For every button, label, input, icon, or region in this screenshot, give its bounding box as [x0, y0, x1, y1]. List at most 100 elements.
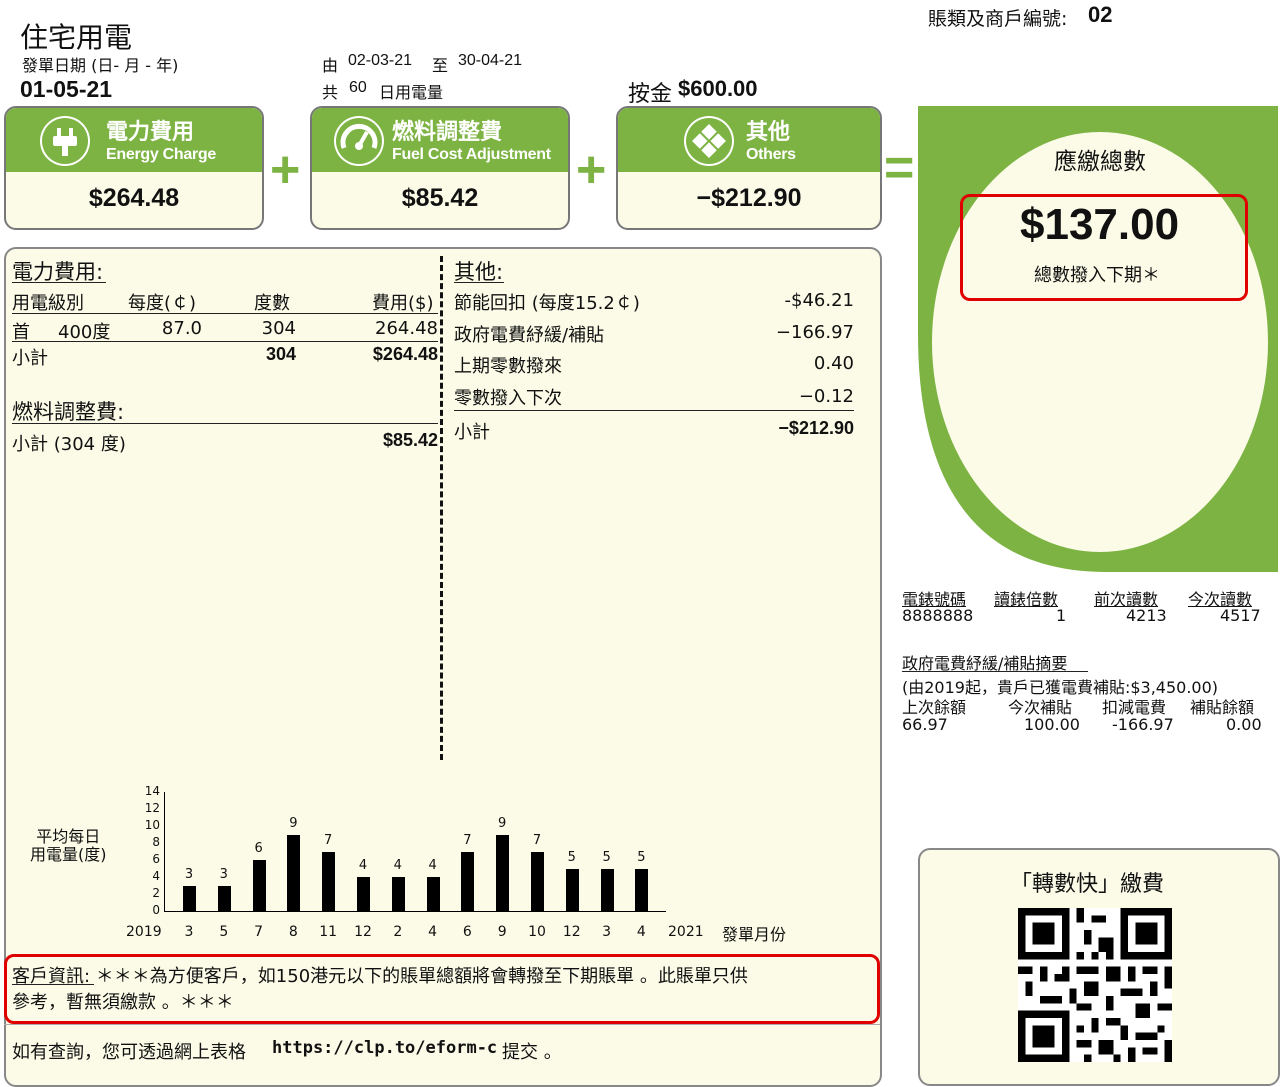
energy-charge-amount: $264.48 — [88, 184, 180, 212]
gauge-icon — [334, 116, 384, 166]
chart-x-tick: 12 — [562, 924, 581, 940]
others-row-label: 零數撥入下次 — [454, 388, 562, 409]
chart-bar — [565, 868, 579, 911]
chart-bar-label: 5 — [567, 849, 576, 865]
deposit-label: 按金 — [628, 82, 673, 107]
bill-type-title: 住宅用電 — [20, 21, 133, 54]
chart-x-tick: 3 — [602, 924, 612, 940]
chart-bar-label: 9 — [498, 815, 507, 831]
bill-date-label: 發單日期 (日- 月 - 年) — [22, 56, 179, 75]
account-label: 賬類及商戶編號: — [928, 8, 1068, 30]
others-row-value: −0.12 — [798, 386, 854, 407]
plus-sign: + — [270, 141, 301, 199]
total-due-label: 應繳總數 — [1054, 149, 1146, 175]
chart-bar-label: 4 — [358, 858, 368, 873]
chart-bar-label: 4 — [428, 858, 437, 873]
meter-value: 1 — [1056, 606, 1067, 625]
others-zh: 其他 — [746, 120, 791, 145]
col-units-header: 度數 — [254, 293, 290, 314]
days-count: 60 — [349, 79, 367, 96]
divider — [12, 282, 106, 283]
fps-payment-title: 「轉數快」繳費 — [1010, 872, 1165, 897]
account-number: 02 — [1088, 2, 1113, 27]
subsidy-value: 100.00 — [1024, 715, 1080, 734]
chart-xlabel: 發單月份 — [722, 925, 787, 944]
chart-bar — [635, 868, 649, 911]
period-to-label: 至 — [432, 56, 449, 75]
energy-charge-en: Energy Charge — [106, 146, 216, 163]
chart-x-tick: 10 — [528, 924, 546, 940]
enquiry-url[interactable]: https://clp.to/eform-c — [272, 1038, 497, 1058]
chart-x-tick: 6 — [462, 924, 472, 940]
qr-code-icon[interactable] — [1018, 908, 1172, 1062]
fuel-subtotal-label: 小計 (304 度) — [12, 434, 126, 455]
tier-units: 304 — [261, 318, 296, 339]
fuel-cost-zh: 燃料調整費 — [392, 120, 503, 145]
meter-value: 8888888 — [902, 606, 974, 625]
chart-bar-label: 7 — [324, 832, 333, 848]
chart-year-end: 2021 — [668, 924, 704, 940]
chart-bar-label: 3 — [219, 866, 228, 882]
others-subtotal-value: −$212.90 — [778, 418, 854, 438]
chart-y-tick: 0 — [152, 903, 160, 917]
others-box: 其他 Others −$212.90 — [616, 106, 882, 230]
chart-bar — [287, 834, 301, 911]
subsidy-value: 0.00 — [1226, 715, 1262, 734]
col-rate-header: 每度(￠) — [128, 293, 197, 314]
chart-bar-label: 4 — [393, 858, 402, 873]
bill-date: 01-05-21 — [20, 76, 113, 102]
others-row-value: -$46.21 — [784, 290, 854, 311]
chart-ylabel: 平均每日 用電量(度) — [30, 827, 107, 864]
subsidy-value: 66.97 — [902, 715, 948, 734]
column-divider — [440, 256, 443, 760]
chart-y-tick: 12 — [144, 801, 160, 815]
chart-x-tick: 9 — [497, 924, 507, 940]
fuel-cost-header: 燃料調整費 Fuel Cost Adjustment — [312, 108, 568, 172]
chart-bar — [600, 868, 614, 911]
chart-bar — [322, 851, 336, 911]
chart-bar — [357, 877, 370, 911]
chart-x-tick: 3 — [184, 924, 194, 940]
chart-bar-label: 7 — [532, 832, 542, 848]
chart-x-tick: 4 — [428, 924, 438, 940]
divider — [12, 423, 438, 424]
chart-x-tick: 8 — [288, 924, 298, 940]
chart-bar-label: 6 — [254, 841, 263, 856]
period-from-label: 由 — [322, 56, 339, 75]
days-label-a: 共 — [322, 83, 339, 102]
enquiry-text-end: 提交 。 — [502, 1042, 562, 1063]
fuel-subtotal-cost: $85.42 — [382, 430, 438, 450]
others-row-label: 政府電費紓緩/補貼 — [454, 325, 605, 346]
chart-bar — [217, 885, 231, 911]
chart-x-tick: 5 — [219, 924, 229, 940]
fuel-cost-amount: $85.42 — [401, 184, 479, 212]
divider — [4, 1024, 880, 1025]
chart-x-tick: 7 — [254, 924, 264, 940]
divider — [454, 410, 854, 411]
chart-y-tick: 14 — [144, 784, 160, 798]
energy-charge-zh: 電力費用 — [106, 120, 195, 145]
energy-subtotal-label: 小計 — [12, 348, 48, 369]
chart-y-tick: 2 — [152, 886, 160, 900]
chart-year-start: 2019 — [126, 924, 162, 940]
chart-x-tick: 11 — [319, 924, 338, 940]
others-row-label: 上期零數撥來 — [454, 356, 562, 377]
energy-charge-box: 電力費用 Energy Charge $264.48 — [4, 106, 264, 230]
fuel-cost-en: Fuel Cost Adjustment — [392, 146, 551, 163]
equals-sign: = — [884, 139, 915, 197]
others-amount: −$212.90 — [696, 184, 802, 212]
chart-bar — [496, 834, 510, 911]
period-to: 30-04-21 — [458, 52, 523, 69]
plug-icon — [40, 116, 90, 166]
others-icon — [684, 116, 734, 166]
tier-cost: 264.48 — [375, 318, 438, 339]
chart-bar — [183, 885, 196, 911]
col-tier-header: 用電級別 — [12, 293, 84, 314]
divider — [454, 282, 504, 283]
fuel-detail-title: 燃料調整費: — [12, 400, 125, 424]
chart-y-tick: 8 — [152, 835, 160, 849]
energy-charge-header: 電力費用 Energy Charge — [6, 108, 262, 172]
chart-x-axis — [164, 911, 666, 912]
energy-subtotal-units: 304 — [265, 344, 296, 364]
period-from: 02-03-21 — [348, 52, 413, 69]
